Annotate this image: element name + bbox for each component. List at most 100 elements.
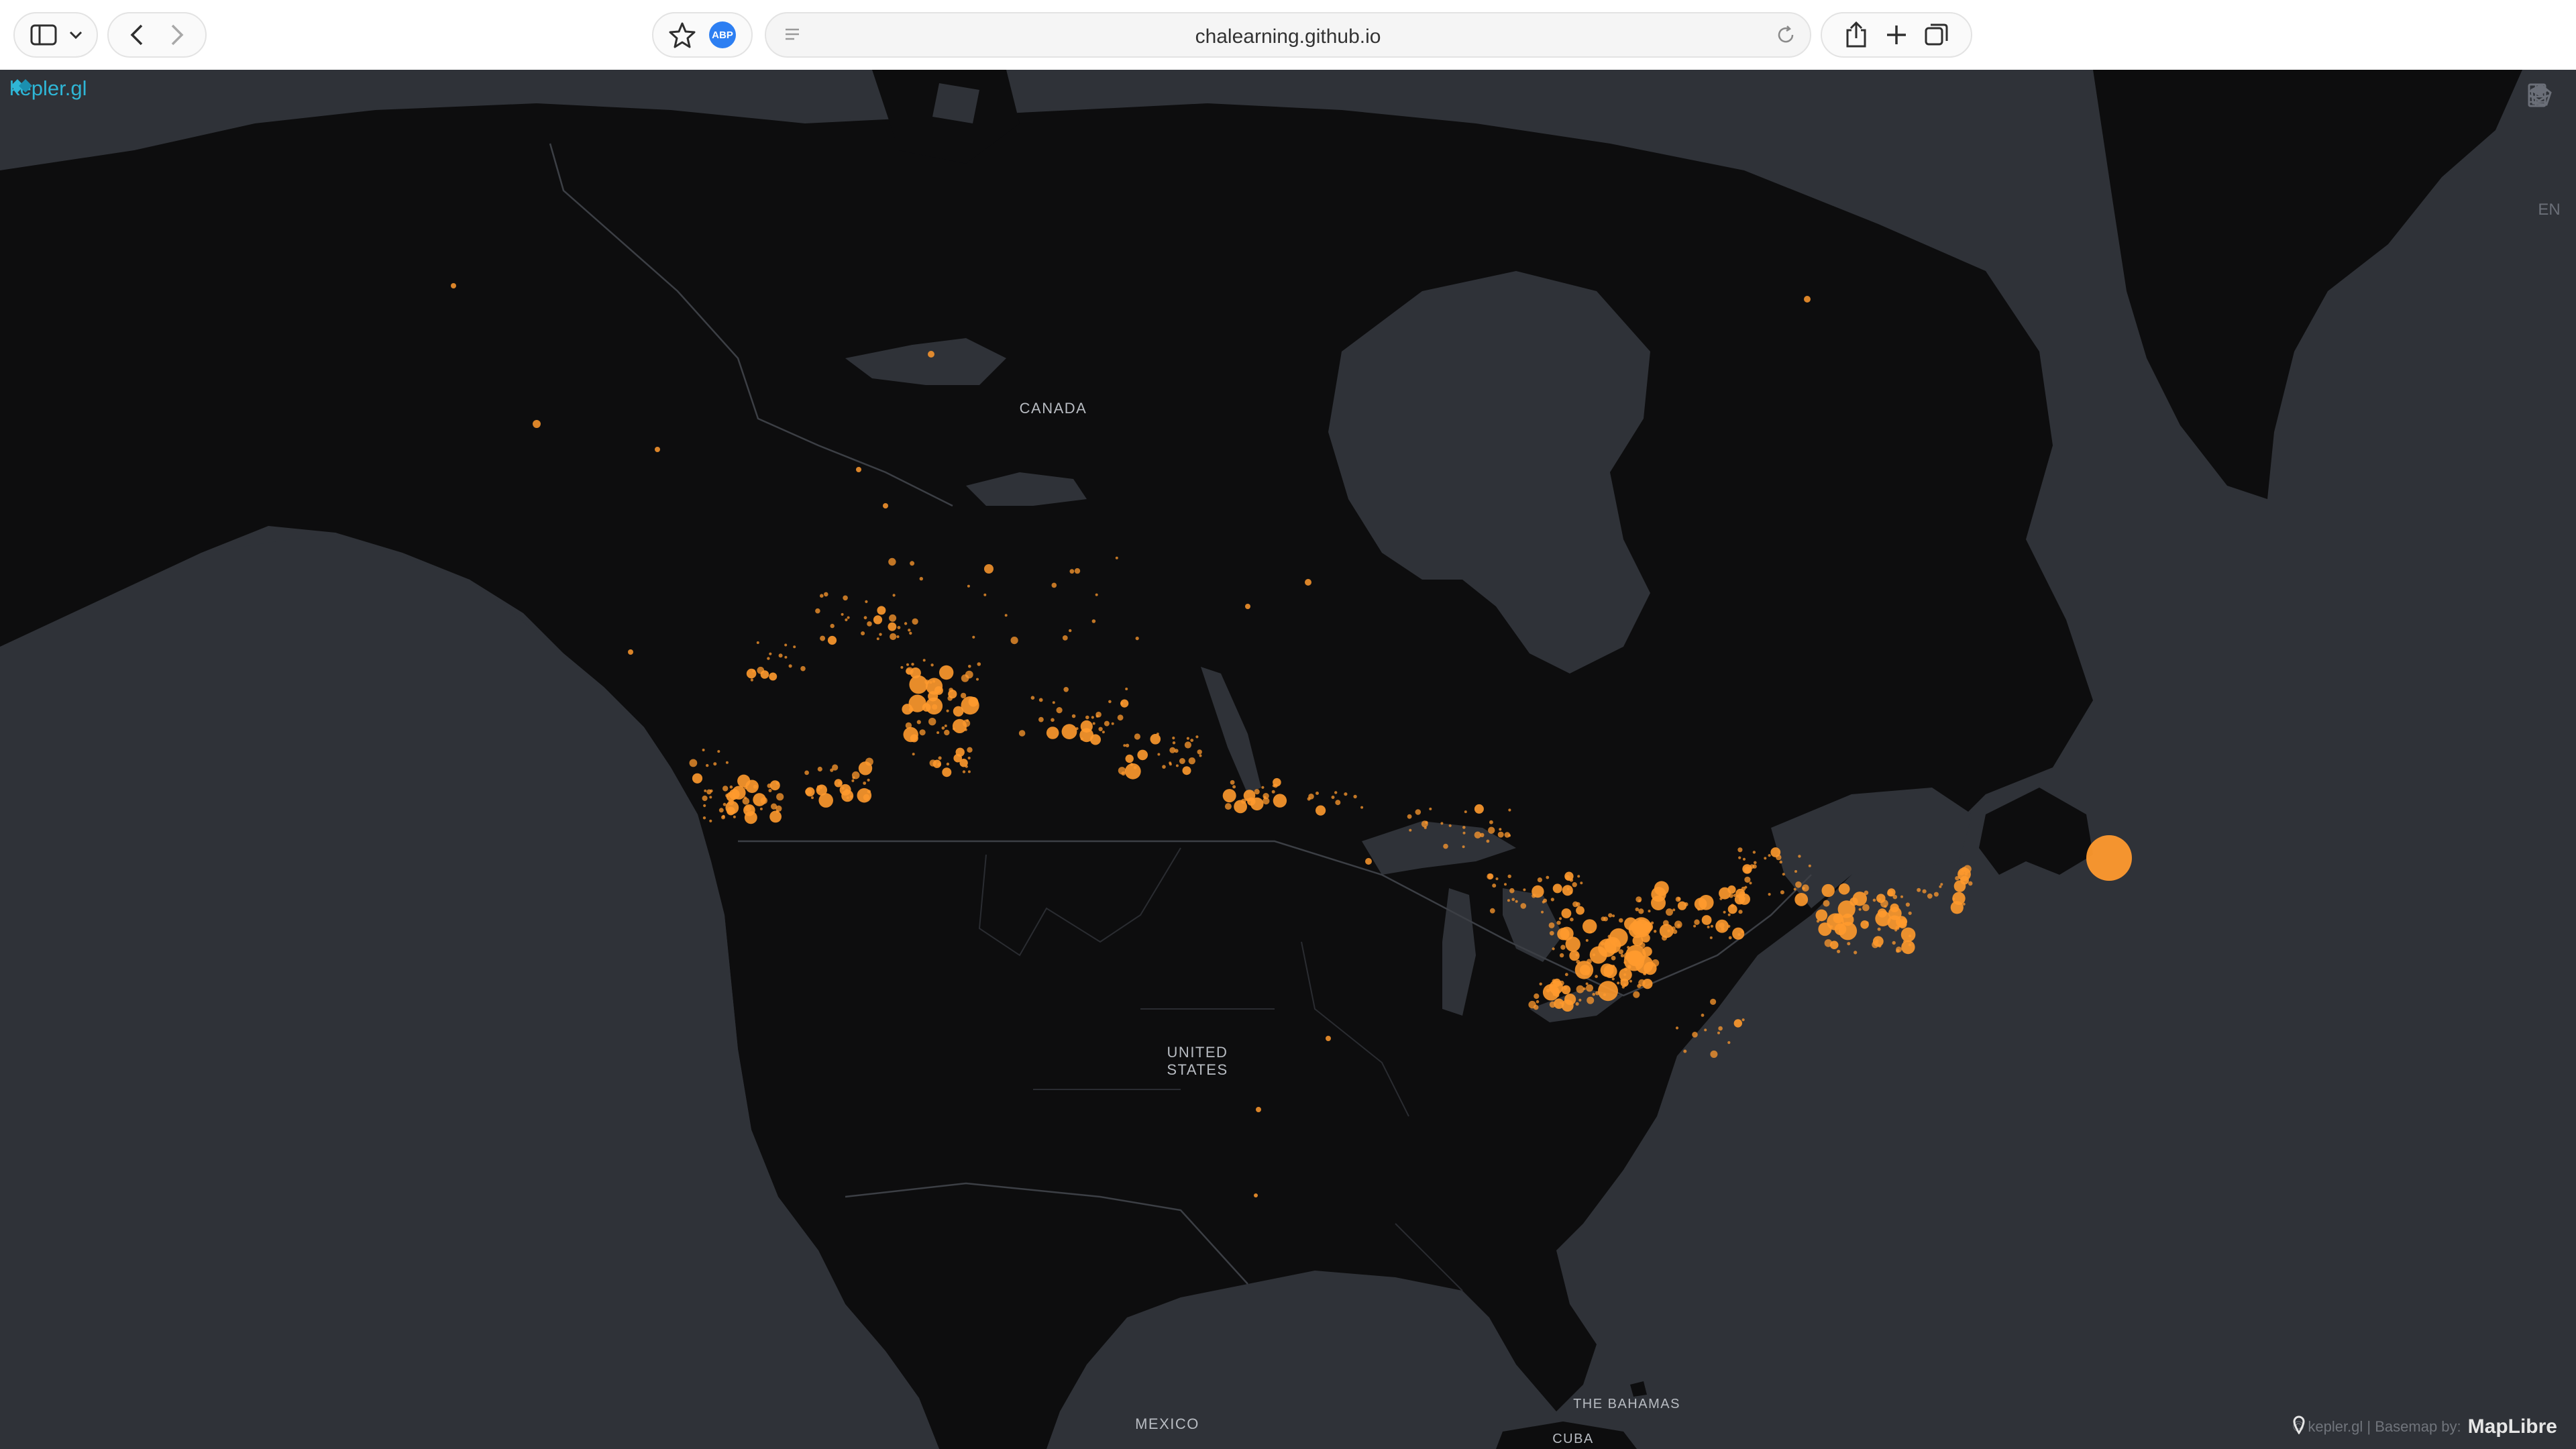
data-point[interactable] [1818, 922, 1832, 936]
data-point[interactable] [1102, 731, 1105, 734]
data-point[interactable] [953, 706, 964, 717]
data-point[interactable] [1739, 893, 1750, 905]
data-point[interactable] [883, 503, 888, 508]
kepler-logo[interactable]: kepler.gl [9, 76, 87, 101]
data-point[interactable] [1175, 764, 1179, 767]
data-point[interactable] [922, 703, 931, 712]
data-point-large[interactable] [2086, 835, 2132, 881]
data-point[interactable] [1051, 582, 1057, 588]
data-point[interactable] [1271, 790, 1275, 794]
data-point[interactable] [889, 614, 897, 622]
data-point[interactable] [1497, 831, 1504, 838]
data-point[interactable] [1612, 914, 1615, 918]
data-point[interactable] [1120, 699, 1129, 708]
data-point[interactable] [867, 621, 872, 627]
data-point[interactable] [1550, 898, 1554, 902]
data-point[interactable] [928, 351, 934, 358]
data-point[interactable] [983, 593, 987, 596]
data-point[interactable] [856, 467, 861, 472]
data-point[interactable] [1815, 909, 1828, 922]
data-point[interactable] [775, 810, 780, 813]
data-point[interactable] [1157, 753, 1161, 756]
data-point[interactable] [1056, 707, 1063, 714]
data-point[interactable] [1795, 881, 1802, 888]
tab-overview-icon[interactable] [1917, 15, 1957, 55]
data-point[interactable] [1575, 953, 1578, 957]
data-point[interactable] [767, 657, 770, 660]
data-point[interactable] [1421, 820, 1428, 828]
data-point[interactable] [1933, 892, 1939, 897]
data-point[interactable] [702, 816, 706, 820]
data-point[interactable] [942, 767, 952, 777]
data-point[interactable] [1578, 998, 1582, 1002]
data-point[interactable] [876, 637, 879, 641]
data-point[interactable] [1326, 1036, 1331, 1041]
data-point[interactable] [818, 793, 833, 808]
data-point[interactable] [1091, 619, 1096, 623]
data-point[interactable] [1601, 916, 1606, 922]
data-point[interactable] [916, 720, 921, 724]
data-point[interactable] [1737, 847, 1743, 853]
adblock-icon[interactable]: ABP [702, 15, 743, 55]
data-point[interactable] [1866, 921, 1869, 924]
data-point[interactable] [851, 779, 855, 782]
data-point[interactable] [1134, 733, 1140, 740]
data-point[interactable] [1940, 883, 1943, 886]
data-point[interactable] [1898, 920, 1907, 928]
data-point[interactable] [1534, 993, 1540, 1000]
data-point[interactable] [939, 665, 954, 680]
data-point[interactable] [709, 796, 712, 799]
data-point[interactable] [1558, 917, 1562, 920]
data-point[interactable] [1125, 743, 1130, 747]
data-point[interactable] [737, 774, 751, 788]
data-point[interactable] [722, 786, 729, 792]
data-point[interactable] [1092, 722, 1095, 725]
data-point[interactable] [1079, 728, 1094, 743]
data-point[interactable] [1569, 878, 1574, 882]
data-point[interactable] [769, 672, 777, 681]
data-point[interactable] [1240, 798, 1246, 804]
data-point[interactable] [1728, 936, 1732, 940]
data-point[interactable] [845, 618, 848, 622]
data-point[interactable] [1123, 744, 1126, 747]
data-point[interactable] [1749, 881, 1752, 885]
data-point[interactable] [861, 631, 865, 636]
data-point[interactable] [1727, 1041, 1731, 1044]
data-point[interactable] [1539, 982, 1542, 986]
data-point[interactable] [863, 616, 867, 620]
data-point[interactable] [1546, 988, 1550, 993]
data-point[interactable] [905, 722, 912, 729]
data-point[interactable] [1587, 959, 1592, 965]
data-point[interactable] [1504, 883, 1507, 886]
data-point[interactable] [1952, 898, 1955, 901]
data-point[interactable] [805, 787, 815, 797]
data-point[interactable] [1611, 955, 1616, 961]
data-point[interactable] [910, 561, 915, 566]
data-point[interactable] [1752, 851, 1756, 854]
data-point[interactable] [655, 447, 660, 452]
data-point[interactable] [962, 770, 966, 773]
data-point[interactable] [1721, 927, 1725, 931]
data-point[interactable] [768, 789, 772, 792]
address-bar[interactable]: chalearning.github.io [765, 12, 1811, 58]
data-point[interactable] [1095, 593, 1098, 596]
data-point[interactable] [1793, 888, 1796, 891]
data-point[interactable] [1543, 898, 1548, 903]
data-point[interactable] [879, 633, 882, 636]
data-table-icon[interactable] [2528, 83, 2568, 283]
data-point[interactable] [1179, 758, 1185, 764]
data-point[interactable] [710, 789, 713, 793]
data-point[interactable] [847, 616, 850, 619]
data-point[interactable] [1909, 934, 1912, 938]
data-point[interactable] [1528, 1000, 1536, 1009]
data-point[interactable] [1474, 831, 1481, 839]
data-point[interactable] [1638, 899, 1642, 902]
data-point[interactable] [1672, 908, 1676, 912]
data-point[interactable] [865, 600, 868, 604]
data-point[interactable] [1617, 981, 1620, 985]
data-point[interactable] [1224, 803, 1232, 810]
data-point[interactable] [919, 729, 926, 736]
data-point[interactable] [1875, 910, 1891, 926]
data-point[interactable] [1409, 828, 1412, 832]
data-point[interactable] [1635, 907, 1640, 912]
